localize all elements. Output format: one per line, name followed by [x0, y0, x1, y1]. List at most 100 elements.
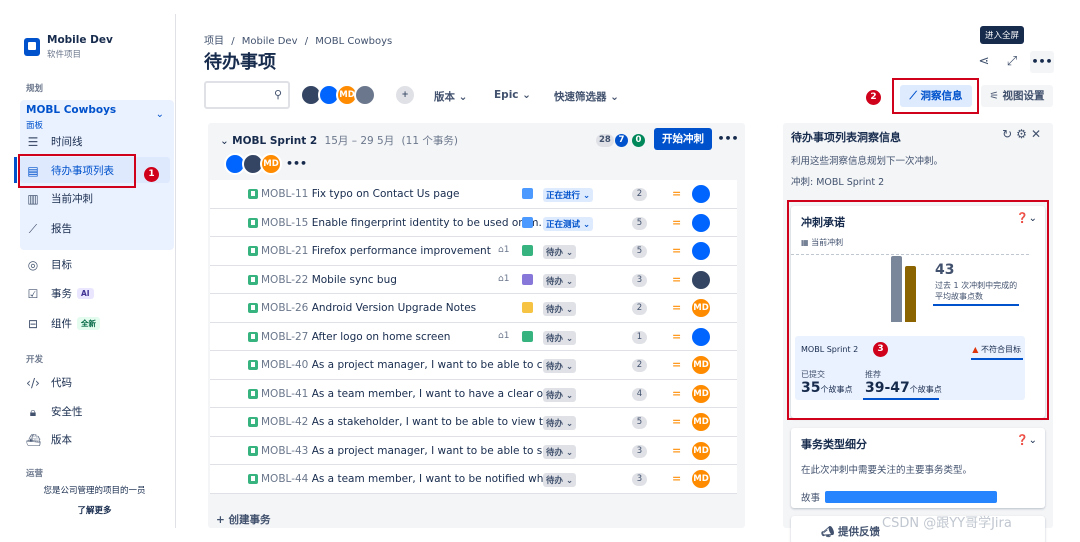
sidebar-item-components[interactable]: ⊟ 组件 全新 — [26, 316, 100, 331]
table-row[interactable]: MOBL-44 As a team member, I want to be n… — [210, 465, 737, 494]
epic-filter[interactable]: Epic ⌄ — [494, 89, 531, 101]
status-dropdown[interactable]: 待办 ⌄ — [543, 245, 577, 259]
assignee-avatar[interactable] — [690, 268, 712, 291]
story-points[interactable]: 3 — [632, 444, 647, 458]
close-icon[interactable]: ✕ — [1031, 127, 1045, 141]
status-dropdown[interactable]: 待办 ⌄ — [543, 387, 577, 402]
board-name[interactable]: MOBL Cowboys — [26, 104, 116, 116]
assignee-avatar[interactable] — [690, 325, 712, 348]
megaphone-icon: 📣︎ — [821, 526, 838, 538]
status-dropdown[interactable]: 待办 ⌄ — [543, 302, 577, 316]
breadcrumb-board[interactable]: MOBL Cowboys — [315, 36, 392, 47]
story-points[interactable]: 5 — [632, 416, 647, 429]
table-row[interactable]: MOBL-41 As a team member, I want to have… — [210, 379, 737, 408]
issue-summary[interactable]: MOBL-22 Mobile sync bug — [261, 274, 397, 286]
search-input[interactable]: ⚲ — [204, 81, 290, 109]
story-points[interactable]: 3 — [632, 473, 647, 486]
status-dropdown[interactable]: 待办 ⌄ — [543, 416, 577, 430]
refresh-icon[interactable]: ↻ — [1002, 127, 1016, 141]
table-row[interactable]: MOBL-26 Android Version Upgrade Notes 待办 … — [210, 294, 737, 323]
assignee-avatar[interactable] — [690, 240, 712, 262]
help-icon[interactable]: ❓⌄ — [1016, 435, 1037, 446]
status-label: 待办 — [546, 305, 564, 315]
assignee-avatar[interactable] — [690, 211, 712, 234]
gear-icon[interactable]: ⚙ — [1016, 127, 1031, 141]
more-actions-button[interactable]: ••• — [1030, 51, 1054, 73]
issue-summary[interactable]: MOBL-27 After logo on home screen — [261, 331, 450, 343]
version-filter[interactable]: 版本 ⌄ — [434, 89, 467, 104]
breakdown-description: 在此次冲刺中需要关注的主要事务类型。 — [801, 465, 973, 476]
create-issue-button[interactable]: + 创建事务 — [216, 512, 270, 527]
issue-summary[interactable]: MOBL-26 Android Version Upgrade Notes — [261, 302, 476, 314]
table-row[interactable]: MOBL-40 As a project manager, I want to … — [210, 351, 737, 380]
issue-summary[interactable]: MOBL-43 As a project manager, I want to … — [261, 445, 552, 457]
issue-summary[interactable]: MOBL-42 As a stakeholder, I want to be a… — [261, 416, 553, 428]
issue-summary[interactable]: MOBL-15 Enable fingerprint identity to b… — [261, 217, 549, 229]
sidebar-item-security[interactable]: 🔒︎ 安全性 — [26, 404, 83, 419]
assignee-avatar[interactable]: MD — [690, 297, 712, 319]
learn-more-link[interactable]: 了解更多 — [14, 504, 175, 516]
status-dropdown[interactable]: 待办 ⌄ — [543, 330, 577, 345]
assignee-avatar[interactable]: MD — [690, 354, 712, 376]
sidebar-item-active-sprint[interactable]: ▥ 当前冲刺 — [26, 191, 93, 206]
share-icon[interactable]: ⋖ — [974, 52, 994, 72]
table-row[interactable]: MOBL-27 After logo on home screen ⌂1 待办 ⌄ 1… — [210, 322, 737, 351]
table-row[interactable]: MOBL-42 As a stakeholder, I want to be a… — [210, 408, 737, 437]
assignee-avatar[interactable]: MD — [690, 439, 712, 462]
project-header[interactable]: Mobile Dev 软件项目 — [14, 14, 175, 60]
breadcrumb-projects[interactable]: 项目 — [204, 36, 224, 47]
table-row[interactable]: MOBL-43 As a project manager, I want to … — [210, 436, 737, 465]
issue-summary[interactable]: MOBL-41 As a team member, I want to have… — [261, 388, 553, 400]
status-dropdown[interactable]: 待办 ⌄ — [543, 273, 577, 288]
story-points[interactable]: 2 — [632, 188, 647, 201]
add-people-icon[interactable]: + — [394, 84, 416, 106]
quick-filter[interactable]: 快速筛选器 ⌄ — [554, 89, 619, 104]
status-dropdown[interactable]: 待办 ⌄ — [543, 473, 577, 487]
table-row[interactable]: MOBL-11 Fix typo on Contact Us page 正在进行 … — [210, 180, 737, 209]
issue-summary[interactable]: MOBL-21 Firefox performance improvement — [261, 245, 491, 257]
sidebar-item-code[interactable]: ‹/› 代码 — [26, 375, 72, 390]
child-issues-indicator: ⌂1 — [498, 245, 509, 255]
status-dropdown[interactable]: 待办 ⌄ — [543, 359, 577, 373]
story-points[interactable]: 4 — [632, 387, 647, 401]
sidebar-item-releases[interactable]: ⛴︎ 版本 — [26, 432, 72, 447]
breadcrumb-project[interactable]: Mobile Dev — [242, 36, 298, 47]
chevron-down-icon[interactable]: ⌄ — [220, 135, 232, 147]
table-row[interactable]: MOBL-15 Enable fingerprint identity to b… — [210, 208, 737, 237]
status-dropdown[interactable]: 正在进行 ⌄ — [543, 188, 594, 202]
status-dropdown[interactable]: 正在测试 ⌄ — [543, 216, 594, 231]
sidebar-item-issues[interactable]: ☑ 事务 AI — [26, 286, 94, 301]
assignee-avatar[interactable]: MD — [690, 382, 712, 405]
story-points[interactable]: 1 — [632, 330, 647, 344]
issue-summary[interactable]: MOBL-11 Fix typo on Contact Us page — [261, 188, 460, 200]
sidebar-item-reports[interactable]: ⟋ 报告 — [26, 221, 72, 236]
story-points[interactable]: 2 — [632, 302, 647, 315]
status-label: 待办 — [546, 476, 564, 486]
avatar[interactable]: MD — [260, 153, 282, 175]
sidebar-item-goals[interactable]: ◎ 目标 — [26, 257, 72, 272]
story-points[interactable]: 5 — [632, 216, 647, 230]
table-row[interactable]: MOBL-21 Firefox performance improvement ⌂… — [210, 237, 737, 266]
start-sprint-button[interactable]: 开始冲刺 — [654, 128, 712, 150]
fullscreen-icon[interactable]: ⤢ — [1002, 52, 1022, 72]
story-points[interactable]: 5 — [632, 245, 647, 258]
status-dropdown[interactable]: 待办 ⌄ — [543, 444, 577, 459]
insights-button[interactable]: ⟋ 洞察信息 — [900, 85, 972, 107]
table-row[interactable]: MOBL-22 Mobile sync bug ⌂1 待办 ⌄ 3 = — [210, 265, 737, 294]
issue-summary[interactable]: MOBL-40 As a project manager, I want to … — [261, 359, 553, 371]
sprint-header[interactable]: ⌄ MOBL Sprint 2 15月 – 29 5月 (11 个事务) — [220, 133, 458, 148]
story-points[interactable]: 2 — [632, 359, 647, 372]
assignee-avatar[interactable] — [690, 183, 712, 205]
sprint-more-button[interactable]: ••• — [716, 128, 740, 150]
assignee-avatar[interactable]: MD — [690, 411, 712, 433]
new-badge: 全新 — [77, 317, 100, 330]
more-assignees[interactable]: ••• — [286, 157, 307, 170]
sidebar-item-timeline[interactable]: ☰ 时间线 — [26, 134, 83, 149]
issue-summary[interactable]: MOBL-44 As a team member, I want to be n… — [261, 473, 553, 485]
chevron-down-icon[interactable]: ⌄ — [156, 109, 164, 120]
story-points[interactable]: 3 — [632, 273, 647, 287]
view-settings-button[interactable]: ⚟ 视图设置 — [981, 85, 1053, 107]
sidebar: Mobile Dev 软件项目 规划 MOBL Cowboys 面板 ⌄ ☰ 时… — [14, 14, 176, 528]
avatar[interactable] — [354, 84, 376, 106]
assignee-avatar[interactable]: MD — [690, 468, 712, 490]
